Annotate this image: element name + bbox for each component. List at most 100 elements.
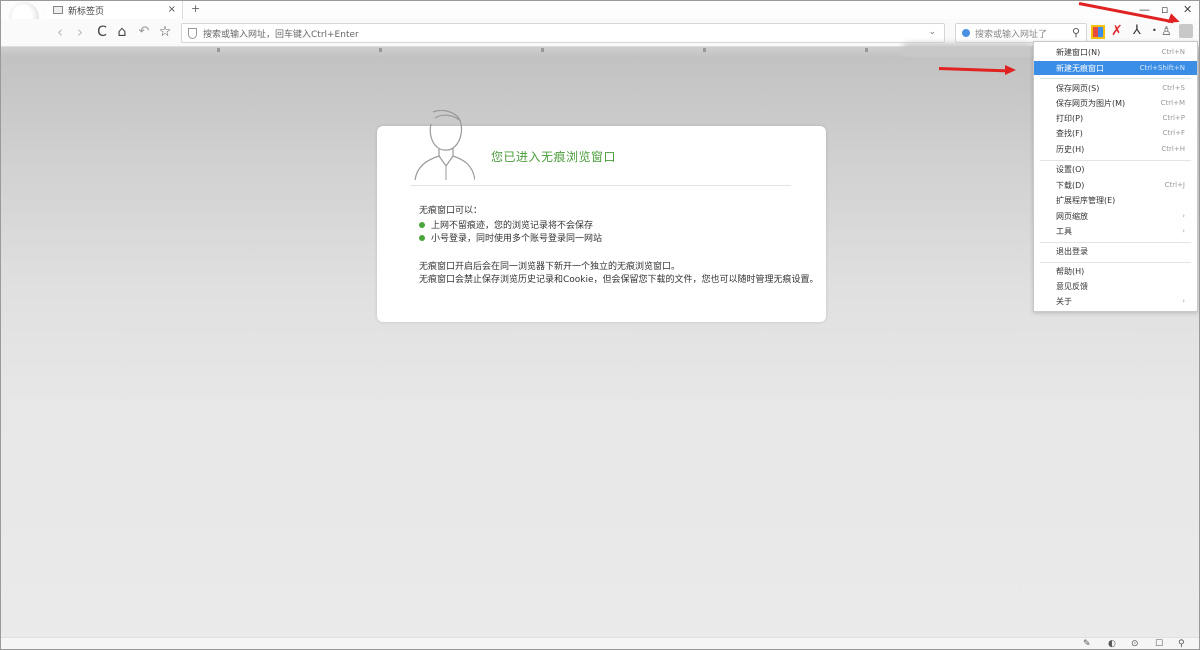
card-intro: 无痕窗口可以： bbox=[419, 206, 483, 216]
menu-separator bbox=[1040, 78, 1191, 79]
menu-item-label: 查找(F) bbox=[1056, 128, 1083, 138]
menu-item-label: 意见反馈 bbox=[1056, 281, 1088, 291]
list-item: 小号登录，同时使用多个账号登录同一网站 bbox=[419, 231, 602, 244]
menu-item-label: 打印(P) bbox=[1056, 113, 1084, 123]
edit-icon[interactable]: ✎ bbox=[1083, 639, 1091, 649]
menu-item-label: 设置(O) bbox=[1056, 164, 1085, 174]
menu-item-history[interactable]: 历史(H) Ctrl+H bbox=[1034, 142, 1197, 156]
bookmark-separator bbox=[217, 48, 220, 52]
account-icon[interactable]: ♙ bbox=[1161, 24, 1175, 38]
menu-item-label: 扩展程序管理(E) bbox=[1056, 195, 1116, 205]
search-input[interactable]: 搜索或输入网址了 ⚲ bbox=[955, 23, 1087, 43]
menu-item-save-page[interactable]: 保存网页(S) Ctrl+S bbox=[1034, 81, 1197, 95]
target-icon[interactable]: ⊙ bbox=[1131, 639, 1139, 649]
chevron-down-icon[interactable]: ⌄ bbox=[928, 27, 936, 37]
menu-item-logout[interactable]: 退出登录 bbox=[1034, 244, 1197, 258]
green-dot-icon bbox=[419, 234, 425, 241]
page-icon bbox=[53, 6, 63, 14]
main-menu: 新建窗口(N) Ctrl+N 新建无痕窗口 Ctrl+Shift+N 保存网页(… bbox=[1033, 41, 1198, 312]
menu-item-label: 帮助(H) bbox=[1056, 266, 1085, 276]
address-text: 搜索或输入网址，回车键入Ctrl+Enter bbox=[203, 29, 359, 40]
menu-button[interactable] bbox=[1179, 24, 1193, 38]
close-window-button[interactable]: ✕ bbox=[1183, 3, 1192, 16]
list-item-text: 小号登录，同时使用多个账号登录同一网站 bbox=[431, 234, 603, 244]
list-item-text: 上网不留痕迹，您的浏览记录将不会保存 bbox=[431, 221, 594, 231]
undo-close-button[interactable]: ↶ bbox=[135, 23, 153, 41]
menu-item-find[interactable]: 查找(F) Ctrl+F bbox=[1034, 126, 1197, 140]
menu-item-print[interactable]: 打印(P) Ctrl+P bbox=[1034, 111, 1197, 125]
incognito-person-icon bbox=[414, 110, 475, 180]
search-placeholder: 搜索或输入网址了 bbox=[975, 29, 1048, 40]
chevron-right-icon: › bbox=[1182, 212, 1185, 220]
menu-item-new-incognito-window[interactable]: 新建无痕窗口 Ctrl+Shift+N bbox=[1034, 61, 1197, 75]
tab-title: 新标签页 bbox=[68, 6, 105, 17]
bookmark-separator bbox=[865, 48, 868, 52]
window-icon[interactable]: ☐ bbox=[1155, 639, 1163, 649]
menu-item-shortcut: Ctrl+M bbox=[1160, 99, 1185, 107]
chevron-right-icon: › bbox=[1182, 227, 1185, 235]
menu-item-label: 新建无痕窗口 bbox=[1056, 63, 1104, 73]
bookmark-separator bbox=[703, 48, 706, 52]
menu-item-shortcut: Ctrl+N bbox=[1161, 48, 1185, 56]
menu-separator bbox=[1040, 262, 1191, 263]
menu-item-shortcut: Ctrl+P bbox=[1162, 114, 1185, 122]
user-icon[interactable]: ⅄ bbox=[1133, 23, 1147, 38]
menu-item-zoom[interactable]: 网页缩放 › bbox=[1034, 209, 1197, 223]
divider bbox=[411, 185, 791, 186]
menu-item-label: 保存网页(S) bbox=[1056, 83, 1100, 93]
tab-new-tab[interactable]: 新标签页 × bbox=[47, 1, 183, 19]
favorite-button[interactable]: ☆ bbox=[156, 23, 174, 41]
search-engine-icon[interactable] bbox=[962, 29, 970, 37]
menu-item-extensions[interactable]: 扩展程序管理(E) bbox=[1034, 193, 1197, 207]
search-icon[interactable]: ⚲ bbox=[1178, 639, 1185, 649]
browser-window: 新标签页 × + — ▫ ✕ ‹ › C ⌂ ↶ ☆ 搜索或输入网址，回车键入C… bbox=[0, 0, 1200, 650]
description-paragraph: 无痕窗口开启后会在同一浏览器下新开一个独立的无痕浏览窗口。 bbox=[419, 262, 681, 272]
menu-item-label: 保存网页为图片(M) bbox=[1056, 98, 1126, 108]
bookmark-separator bbox=[541, 48, 544, 52]
menu-item-save-as-image[interactable]: 保存网页为图片(M) Ctrl+M bbox=[1034, 96, 1197, 110]
reload-button[interactable]: C bbox=[93, 23, 111, 41]
menu-item-shortcut: Ctrl+H bbox=[1161, 145, 1185, 153]
tab-strip: 新标签页 × + — ▫ ✕ bbox=[1, 1, 1199, 32]
menu-item-new-window[interactable]: 新建窗口(N) Ctrl+N bbox=[1034, 45, 1197, 59]
menu-item-shortcut: Ctrl+S bbox=[1162, 84, 1185, 92]
incognito-card: 您已进入无痕浏览窗口 无痕窗口可以： 上网不留痕迹，您的浏览记录将不会保存 小号… bbox=[377, 110, 826, 322]
address-bar[interactable]: 搜索或输入网址，回车键入Ctrl+Enter ⌄ bbox=[181, 23, 945, 43]
menu-separator bbox=[1040, 242, 1191, 243]
menu-item-settings[interactable]: 设置(O) bbox=[1034, 162, 1197, 176]
menu-item-feedback[interactable]: 意见反馈 bbox=[1034, 279, 1197, 293]
menu-item-help[interactable]: 帮助(H) bbox=[1034, 264, 1197, 278]
menu-item-downloads[interactable]: 下载(D) Ctrl+J bbox=[1034, 178, 1197, 192]
annotation-arrow-head bbox=[1005, 65, 1016, 75]
menu-item-label: 网页缩放 bbox=[1056, 211, 1088, 221]
shield-icon bbox=[188, 27, 197, 39]
card-title: 您已进入无痕浏览窗口 bbox=[491, 150, 617, 164]
menu-item-shortcut: Ctrl+Shift+N bbox=[1139, 64, 1185, 72]
description-paragraph: 无痕窗口会禁止保存浏览历史记录和Cookie，但会保留您下载的文件，您也可以随时… bbox=[419, 275, 819, 285]
menu-item-label: 历史(H) bbox=[1056, 144, 1085, 154]
extension-red-icon[interactable]: ✗ bbox=[1111, 23, 1125, 39]
new-tab-button[interactable]: + bbox=[191, 2, 200, 15]
menu-item-shortcut: Ctrl+J bbox=[1164, 181, 1185, 189]
green-dot-icon bbox=[419, 221, 425, 228]
menu-item-shortcut: Ctrl+F bbox=[1162, 129, 1185, 137]
menu-item-label: 新建窗口(N) bbox=[1056, 47, 1101, 57]
app-grid-icon[interactable] bbox=[1091, 25, 1105, 39]
close-icon[interactable]: × bbox=[168, 4, 176, 15]
status-bar: ✎ ◐ ⊙ ☐ ⚲ bbox=[1, 637, 1199, 649]
chevron-right-icon: › bbox=[1182, 297, 1185, 305]
back-button[interactable]: ‹ bbox=[51, 23, 69, 41]
menu-item-label: 关于 bbox=[1056, 296, 1072, 306]
bookmark-separator bbox=[379, 48, 382, 52]
menu-item-label: 退出登录 bbox=[1056, 246, 1088, 256]
list-item: 上网不留痕迹，您的浏览记录将不会保存 bbox=[419, 218, 593, 231]
menu-item-tools[interactable]: 工具 › bbox=[1034, 224, 1197, 238]
theme-icon[interactable]: ◐ bbox=[1108, 639, 1116, 649]
home-button[interactable]: ⌂ bbox=[113, 23, 131, 41]
forward-button[interactable]: › bbox=[71, 23, 89, 41]
menu-separator bbox=[1040, 160, 1191, 161]
menu-item-label: 工具 bbox=[1056, 226, 1072, 236]
restore-button[interactable]: ▫ bbox=[1161, 3, 1168, 16]
menu-item-about[interactable]: 关于 › bbox=[1034, 294, 1197, 308]
search-icon[interactable]: ⚲ bbox=[1072, 26, 1080, 39]
